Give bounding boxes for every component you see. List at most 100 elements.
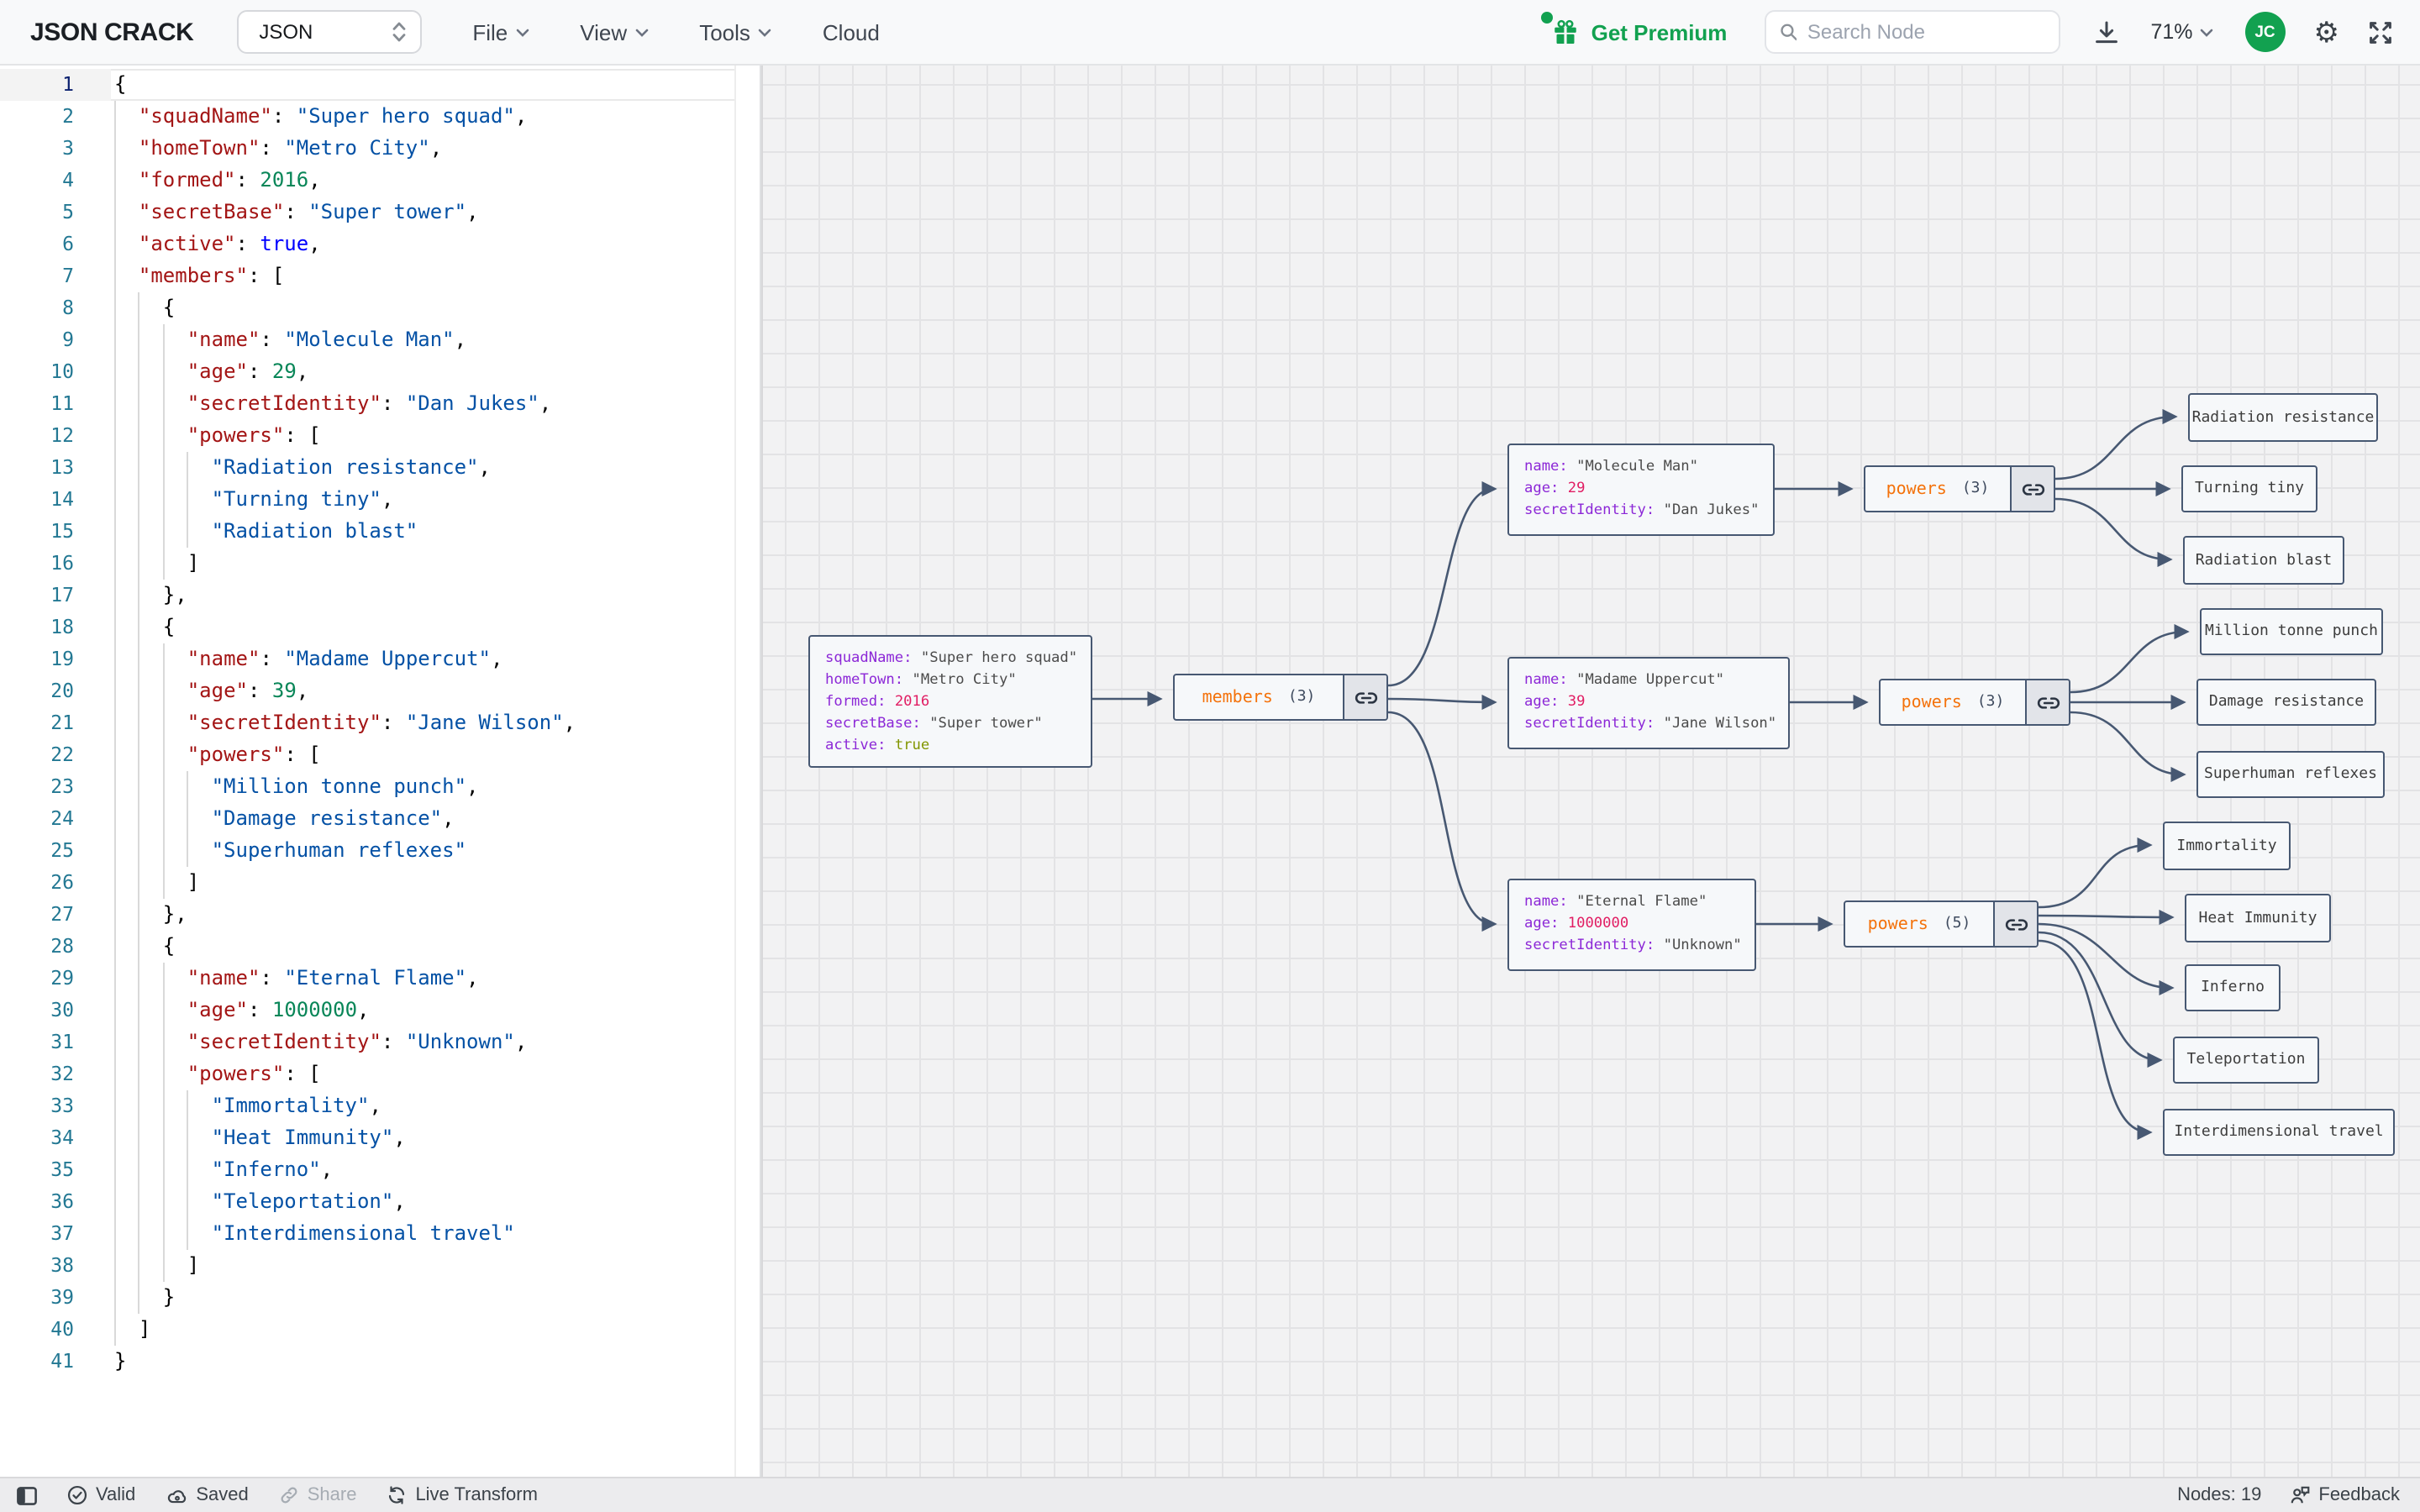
collapse-link-button[interactable] [1343, 675, 1386, 719]
editor-line[interactable]: 18 { [0, 612, 760, 643]
editor-line[interactable]: 23 "Million tonne punch", [0, 771, 760, 803]
feedback-button[interactable]: Feedback [2288, 1485, 2400, 1505]
editor-line[interactable]: 5 "secretBase": "Super tower", [0, 197, 760, 228]
editor-line[interactable]: 40 ] [0, 1314, 760, 1346]
editor-line[interactable]: 16 ] [0, 548, 760, 580]
editor-line[interactable]: 2 "squadName": "Super hero squad", [0, 101, 760, 133]
graph-node-object[interactable]: name: "Molecule Man" age: 29 secretIdentit… [1507, 444, 1775, 536]
editor-line[interactable]: 24 "Damage resistance", [0, 803, 760, 835]
menu-file[interactable]: File [472, 19, 529, 45]
saved-status[interactable]: Saved [166, 1485, 249, 1505]
editor-line[interactable]: 20 "age": 39, [0, 675, 760, 707]
graph-node-leaf[interactable]: Superhuman reflexes [2196, 751, 2385, 798]
line-number: 25 [50, 838, 74, 862]
editor-line[interactable]: 28 { [0, 931, 760, 963]
collapse-link-button[interactable] [2025, 680, 2069, 724]
editor-line[interactable]: 38 ] [0, 1250, 760, 1282]
graph-node-array[interactable]: members (3) [1173, 674, 1388, 721]
graph-canvas[interactable]: squadName: "Super hero squad" homeTown: "… [761, 66, 2420, 1477]
chevron-down-icon [759, 28, 772, 36]
graph-node-leaf[interactable]: Million tonne punch [2200, 608, 2383, 655]
toggle-panel-button[interactable] [17, 1486, 37, 1504]
editor-line[interactable]: 41} [0, 1346, 760, 1378]
share-button[interactable]: Share [279, 1485, 356, 1505]
editor-line[interactable]: 36 "Teleportation", [0, 1186, 760, 1218]
get-premium-button[interactable]: Get Premium [1540, 11, 1727, 46]
fullscreen-icon[interactable] [2368, 19, 2393, 45]
graph-node-leaf[interactable]: Damage resistance [2196, 679, 2376, 726]
graph-node-object[interactable]: name: "Eternal Flame" age: 1000000 secretI… [1507, 879, 1756, 971]
editor-line[interactable]: 13 "Radiation resistance", [0, 452, 760, 484]
editor-code[interactable]: 1{2 "squadName": "Super hero squad", 3 "h… [0, 69, 760, 1378]
graph-node-object[interactable]: squadName: "Super hero squad" homeTown: "… [808, 635, 1092, 768]
line-number: 15 [50, 519, 74, 543]
header: JSON CRACK JSON File View Tools Cloud Ge… [0, 0, 2420, 66]
editor-line[interactable]: 8 { [0, 292, 760, 324]
editor-line[interactable]: 3 "homeTown": "Metro City", [0, 133, 760, 165]
graph-node-leaf[interactable]: Teleportation [2173, 1037, 2319, 1084]
editor-line[interactable]: 33 "Immortality", [0, 1090, 760, 1122]
search-icon [1780, 24, 1797, 41]
editor-line[interactable]: 15 "Radiation blast" [0, 516, 760, 548]
download-icon[interactable] [2093, 19, 2118, 45]
editor-line[interactable]: 22 "powers": [ [0, 739, 760, 771]
editor-line[interactable]: 9 "name": "Molecule Man", [0, 324, 760, 356]
graph-node-leaf[interactable]: Radiation blast [2183, 536, 2344, 585]
editor-line[interactable]: 39 } [0, 1282, 760, 1314]
graph-node-leaf[interactable]: Turning tiny [2181, 465, 2317, 512]
editor-line[interactable]: 35 "Inferno", [0, 1154, 760, 1186]
editor-line[interactable]: 10 "age": 29, [0, 356, 760, 388]
line-number: 22 [50, 743, 74, 766]
link-icon [281, 1487, 297, 1504]
graph-node-array[interactable]: powers (5) [1844, 900, 2039, 948]
graph-node-array[interactable]: powers (3) [1879, 679, 2070, 726]
editor-line[interactable]: 14 "Turning tiny", [0, 484, 760, 516]
live-transform-toggle[interactable]: Live Transform [387, 1485, 538, 1505]
json-editor[interactable]: 1{2 "squadName": "Super hero squad", 3 "h… [0, 66, 761, 1477]
editor-line[interactable]: 37 "Interdimensional travel" [0, 1218, 760, 1250]
zoom-level-control[interactable]: 71% [2150, 20, 2212, 44]
leaf-node-text: Radiation resistance [2191, 409, 2375, 426]
valid-status[interactable]: Valid [67, 1485, 135, 1505]
editor-line[interactable]: 32 "powers": [ [0, 1058, 760, 1090]
editor-line[interactable]: 30 "age": 1000000, [0, 995, 760, 1026]
editor-line[interactable]: 31 "secretIdentity": "Unknown", [0, 1026, 760, 1058]
graph-node-leaf[interactable]: Inferno [2185, 964, 2281, 1011]
graph-node-object[interactable]: name: "Madame Uppercut" age: 39 secretIden… [1507, 657, 1790, 749]
menu-tools[interactable]: Tools [699, 19, 772, 45]
app-logo[interactable]: JSON CRACK [30, 18, 194, 46]
menu-cloud[interactable]: Cloud [823, 19, 880, 45]
editor-line[interactable]: 25 "Superhuman reflexes" [0, 835, 760, 867]
line-number: 6 [62, 232, 74, 255]
editor-line[interactable]: 7 "members": [ [0, 260, 760, 292]
editor-line[interactable]: 34 "Heat Immunity", [0, 1122, 760, 1154]
graph-node-leaf[interactable]: Interdimensional travel [2163, 1109, 2395, 1156]
status-bar-right: Nodes: 19 Feedback [2177, 1485, 2400, 1505]
chevron-down-icon [516, 28, 529, 36]
editor-line[interactable]: 21 "secretIdentity": "Jane Wilson", [0, 707, 760, 739]
graph-node-leaf[interactable]: Heat Immunity [2185, 894, 2331, 942]
line-number: 18 [50, 615, 74, 638]
editor-line[interactable]: 12 "powers": [ [0, 420, 760, 452]
editor-line[interactable]: 6 "active": true, [0, 228, 760, 260]
menu-view[interactable]: View [580, 19, 649, 45]
graph-node-array[interactable]: powers (3) [1864, 465, 2055, 512]
editor-line[interactable]: 1{ [0, 69, 760, 101]
editor-line[interactable]: 4 "formed": 2016, [0, 165, 760, 197]
editor-line[interactable]: 29 "name": "Eternal Flame", [0, 963, 760, 995]
format-select[interactable]: JSON [237, 10, 423, 54]
collapse-link-button[interactable] [1993, 902, 2037, 946]
collapse-link-button[interactable] [2010, 467, 2054, 511]
avatar[interactable]: JC [2244, 12, 2286, 52]
editor-line[interactable]: 17 }, [0, 580, 760, 612]
leaf-node-text: Interdimensional travel [2174, 1124, 2384, 1141]
editor-line[interactable]: 27 }, [0, 899, 760, 931]
graph-node-leaf[interactable]: Immortality [2163, 822, 2291, 870]
editor-line[interactable]: 19 "name": "Madame Uppercut", [0, 643, 760, 675]
search-node-input[interactable] [1807, 20, 2045, 44]
line-number: 31 [50, 1030, 74, 1053]
editor-line[interactable]: 26 ] [0, 867, 760, 899]
gear-icon[interactable]: ⚙ [2314, 18, 2340, 46]
graph-node-leaf[interactable]: Radiation resistance [2188, 393, 2378, 442]
editor-line[interactable]: 11 "secretIdentity": "Dan Jukes", [0, 388, 760, 420]
